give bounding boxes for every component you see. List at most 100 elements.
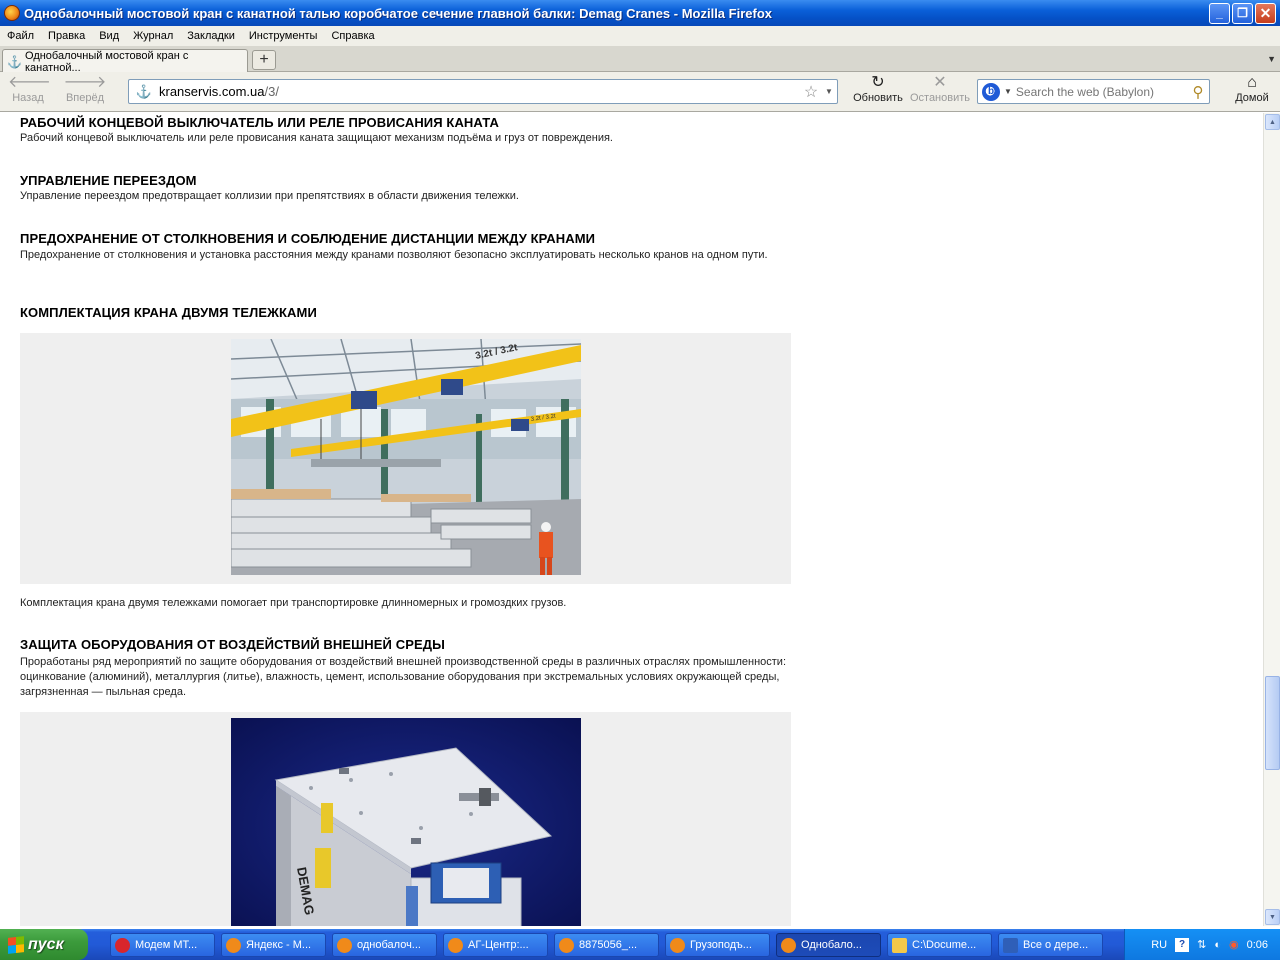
task-label: АГ-Центр:...	[468, 939, 529, 951]
help-icon[interactable]: ?	[1175, 937, 1190, 952]
new-tab-button[interactable]: +	[252, 50, 276, 70]
navigation-toolbar: 🡐 Назад 🡒 Вперёд ⚓ kranservis.com.ua/3/ …	[0, 72, 1280, 112]
home-icon: ⌂	[1247, 74, 1257, 91]
section-title-environment-protection: ЗАЩИТА ОБОРУДОВАНИЯ ОТ ВОЗДЕЙСТВИЙ ВНЕШН…	[20, 637, 445, 652]
stop-label: Остановить	[909, 92, 971, 104]
task-item-active[interactable]: Однобало...	[776, 933, 881, 957]
crane-favicon-icon: ⚓	[7, 54, 22, 69]
section-text-anticollision: Предохранение от столкновения и установк…	[20, 249, 768, 261]
task-label: Все о дере...	[1023, 939, 1089, 951]
scroll-down-arrow-icon[interactable]: ▼	[1265, 909, 1280, 925]
task-item[interactable]: Все о дере...	[998, 933, 1103, 957]
start-label: пуск	[28, 935, 64, 953]
section-text-limit-switch: Рабочий концевой выключатель или реле пр…	[20, 132, 613, 144]
back-button[interactable]: 🡐 Назад	[8, 74, 51, 104]
clock[interactable]: 0:06	[1247, 939, 1268, 951]
task-item[interactable]: Модем МТ...	[110, 933, 215, 957]
back-label: Назад	[12, 92, 44, 104]
page-content: РАБОЧИЙ КОНЦЕВОЙ ВЫКЛЮЧАТЕЛЬ ИЛИ РЕЛЕ ПР…	[0, 113, 1262, 926]
search-box[interactable]: b ▼ ⚲	[977, 79, 1210, 104]
task-item[interactable]: C:\Docume...	[887, 933, 992, 957]
menu-bookmarks[interactable]: Закладки	[180, 30, 242, 42]
opera-icon	[115, 937, 130, 953]
url-text[interactable]: kranservis.com.ua/3/	[155, 84, 801, 99]
window-title-bar: Однобалочный мостовой кран с канатной та…	[0, 0, 1280, 26]
close-button[interactable]: ✕	[1255, 2, 1276, 24]
tab-strip: ⚓ Однобалочный мостовой кран с канатной.…	[0, 46, 1280, 74]
menu-tools[interactable]: Инструменты	[242, 30, 325, 42]
menu-view[interactable]: Вид	[92, 30, 126, 42]
forward-arrow-icon: 🡒	[63, 74, 107, 91]
task-label: однобалоч...	[357, 939, 421, 951]
task-label: Яндекс - М...	[246, 939, 312, 951]
url-path: /3/	[264, 84, 279, 99]
stop-button[interactable]: ✕ Остановить	[908, 74, 972, 104]
home-button[interactable]: ⌂ Домой	[1232, 74, 1272, 104]
start-button[interactable]: пуск	[0, 929, 88, 960]
vertical-scrollbar[interactable]: ▲ ▼	[1263, 113, 1280, 926]
menu-bar: Файл Правка Вид Журнал Закладки Инструме…	[0, 26, 1280, 46]
tab-current[interactable]: ⚓ Однобалочный мостовой кран с канатной.…	[2, 49, 248, 74]
menu-edit[interactable]: Правка	[41, 30, 92, 42]
back-arrow-icon: 🡐	[8, 74, 51, 91]
menu-file[interactable]: Файл	[0, 30, 41, 42]
task-label: Модем МТ...	[135, 939, 198, 951]
task-item[interactable]: АГ-Центр:...	[443, 933, 548, 957]
task-item[interactable]: 8875056_...	[554, 933, 659, 957]
firefox-icon	[226, 937, 241, 953]
image-frame-two-trolleys: 3.2t / 3.2t 3.2t / 3.2t	[20, 333, 791, 584]
search-magnifier-icon[interactable]: ⚲	[1187, 83, 1209, 101]
firefox-icon	[337, 937, 352, 953]
menu-history[interactable]: Журнал	[126, 30, 180, 42]
search-engine-dropdown-icon[interactable]: ▼	[1004, 87, 1012, 96]
image-frame-protection: DEMAG	[20, 712, 791, 926]
sync-icon[interactable]: ◐	[1214, 939, 1221, 951]
network-icon[interactable]: ⇅	[1197, 938, 1206, 951]
opera-tray-icon[interactable]: ◉	[1229, 938, 1239, 951]
task-label: Грузоподъ...	[690, 939, 752, 951]
url-host: kranservis.com.ua	[159, 84, 265, 99]
babylon-engine-icon[interactable]: b	[982, 82, 1000, 101]
menu-help[interactable]: Справка	[324, 30, 381, 42]
section-title-two-trolleys: КОМПЛЕКТАЦИЯ КРАНА ДВУМЯ ТЕЛЕЖКАМИ	[20, 305, 317, 320]
word-document-icon	[1003, 937, 1018, 953]
section-title-travel-control: УПРАВЛЕНИЕ ПЕРЕЕЗДОМ	[20, 173, 197, 188]
section-title-anticollision: ПРЕДОХРАНЕНИЕ ОТ СТОЛКНОВЕНИЯ И СОБЛЮДЕН…	[20, 231, 596, 246]
hoist-protection-render[interactable]: DEMAG	[231, 718, 581, 926]
site-identity-icon[interactable]: ⚓	[133, 84, 155, 100]
maximize-button[interactable]: ❐	[1232, 2, 1253, 24]
stop-icon: ✕	[933, 74, 947, 91]
task-item[interactable]: однобалоч...	[332, 933, 437, 957]
bookmark-star-icon[interactable]: ☆	[801, 82, 821, 102]
window-title: Однобалочный мостовой кран с канатной та…	[24, 5, 772, 21]
history-dropdown-icon[interactable]: ▼	[821, 87, 837, 96]
tab-label: Однобалочный мостовой кран с канатной...	[25, 49, 189, 74]
crane-photo-two-trolleys[interactable]: 3.2t / 3.2t 3.2t / 3.2t	[231, 339, 581, 575]
forward-label: Вперёд	[65, 92, 105, 104]
search-input[interactable]	[1015, 84, 1187, 99]
list-all-tabs-icon[interactable]: ▼	[1267, 54, 1276, 64]
forward-button[interactable]: 🡒 Вперёд	[62, 74, 108, 104]
task-item[interactable]: Грузоподъ...	[665, 933, 770, 957]
section-text-two-trolleys: Комплектация крана двумя тележками помог…	[20, 597, 567, 609]
language-indicator[interactable]: RU	[1151, 939, 1167, 951]
windows-taskbar: пуск Модем МТ... Яндекс - М... однобалоч…	[0, 929, 1280, 960]
task-item[interactable]: Яндекс - М...	[221, 933, 326, 957]
windows-logo-icon	[8, 935, 24, 954]
task-label: Однобало...	[801, 939, 862, 951]
firefox-icon	[4, 5, 20, 21]
section-title-limit-switch: РАБОЧИЙ КОНЦЕВОЙ ВЫКЛЮЧАТЕЛЬ ИЛИ РЕЛЕ ПР…	[20, 115, 499, 130]
task-label: 8875056_...	[579, 939, 638, 951]
system-tray: RU ? ⇅ ◐ ◉ 0:06	[1124, 929, 1280, 960]
home-label: Домой	[1235, 92, 1269, 104]
task-label: C:\Docume...	[912, 939, 977, 951]
reload-icon: ↻	[871, 74, 885, 91]
minimize-button[interactable]: _	[1209, 2, 1230, 24]
scroll-thumb[interactable]	[1265, 676, 1280, 770]
scroll-up-arrow-icon[interactable]: ▲	[1265, 114, 1280, 130]
reload-label: Обновить	[853, 92, 903, 104]
section-text-travel-control: Управление переездом предотвращает колли…	[20, 190, 519, 202]
address-bar[interactable]: ⚓ kranservis.com.ua/3/ ☆ ▼	[128, 79, 838, 104]
reload-button[interactable]: ↻ Обновить	[852, 74, 904, 104]
firefox-icon	[559, 937, 574, 953]
